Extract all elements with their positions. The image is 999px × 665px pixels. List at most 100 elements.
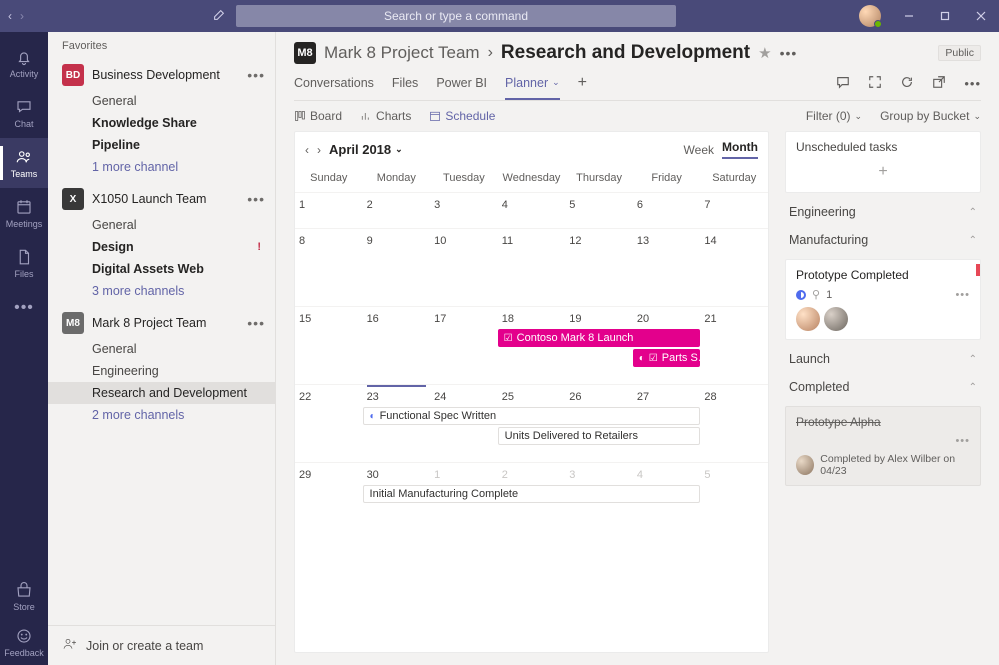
prev-month[interactable]: ‹	[305, 143, 309, 157]
range-month[interactable]: Month	[722, 140, 758, 159]
expand-icon[interactable]	[868, 75, 882, 100]
channel-item[interactable]: General	[48, 90, 275, 112]
calendar-day[interactable]: 3	[430, 193, 498, 228]
filter-dropdown[interactable]: Filter (0)⌄	[806, 109, 862, 123]
team-more[interactable]: •••	[247, 67, 265, 83]
channel-item[interactable]: Engineering	[48, 360, 275, 382]
compose-icon[interactable]	[212, 8, 226, 25]
calendar-day[interactable]: 7	[700, 193, 768, 228]
task-card-prototype-completed[interactable]: Prototype Completed ⚲ 1 •••	[785, 259, 981, 340]
close-button[interactable]	[963, 0, 999, 32]
assignee-avatar	[796, 307, 820, 331]
channel-item[interactable]: General	[48, 214, 275, 236]
rail-teams[interactable]: Teams	[0, 138, 48, 188]
calendar-day[interactable]: 10	[430, 229, 498, 306]
event-functional-spec[interactable]: ◐Functional Spec Written	[363, 407, 701, 425]
calendar-day[interactable]: 22	[295, 385, 363, 462]
channel-item[interactable]: Pipeline	[48, 134, 275, 156]
refresh-icon[interactable]	[900, 75, 914, 100]
maximize-button[interactable]	[927, 0, 963, 32]
channel-item[interactable]: 3 more channels	[48, 280, 275, 302]
popout-icon[interactable]	[932, 75, 946, 100]
range-week[interactable]: Week	[684, 143, 714, 157]
favorite-star-icon[interactable]: ★	[758, 44, 771, 62]
group-by-dropdown[interactable]: Group by Bucket⌄	[880, 109, 981, 123]
search-input[interactable]	[236, 5, 676, 27]
minimize-button[interactable]	[891, 0, 927, 32]
rail-store[interactable]: Store	[0, 573, 48, 619]
calendar-day[interactable]: 16	[363, 307, 431, 384]
channel-item[interactable]: Knowledge Share	[48, 112, 275, 134]
rail-meetings[interactable]: Meetings	[0, 188, 48, 238]
view-board[interactable]: Board	[294, 109, 342, 123]
back-button[interactable]: ‹	[8, 9, 12, 23]
calendar-day[interactable]: 4	[498, 193, 566, 228]
breadcrumb-channel: Research and Development	[501, 42, 750, 64]
channel-item[interactable]: 1 more channel	[48, 156, 275, 178]
bucket-engineering[interactable]: Engineering⌃	[785, 203, 981, 221]
calendar-day[interactable]: 1	[295, 193, 363, 228]
join-create-team[interactable]: Join or create a team	[48, 625, 275, 665]
channel-item[interactable]: Design!	[48, 236, 275, 258]
calendar-day[interactable]: 8	[295, 229, 363, 306]
team-header[interactable]: X X1050 Launch Team •••	[48, 184, 275, 214]
calendar-day[interactable]: 5	[700, 463, 768, 540]
breadcrumb-team[interactable]: Mark 8 Project Team	[324, 43, 480, 63]
rail-feedback[interactable]: Feedback	[0, 619, 48, 665]
rail-files[interactable]: Files	[0, 238, 48, 288]
tab-conversations[interactable]: Conversations	[294, 76, 374, 98]
bucket-launch[interactable]: Launch⌃	[785, 350, 981, 368]
team-more[interactable]: •••	[247, 315, 265, 331]
tab-planner[interactable]: Planner⌄	[505, 76, 560, 100]
card-more[interactable]: •••	[955, 435, 970, 447]
rail-chat[interactable]: Chat	[0, 88, 48, 138]
calendar-day[interactable]: 14	[700, 229, 768, 306]
tab-more[interactable]: •••	[964, 76, 981, 99]
month-label[interactable]: April 2018⌄	[329, 142, 403, 157]
calendar-day[interactable]: 5	[565, 193, 633, 228]
calendar-day[interactable]: 11	[498, 229, 566, 306]
team-header[interactable]: BD Business Development •••	[48, 60, 275, 90]
calendar-day[interactable]: 12	[565, 229, 633, 306]
channel-item[interactable]: Digital Assets Web	[48, 258, 275, 280]
next-month[interactable]: ›	[317, 143, 321, 157]
card-more[interactable]: •••	[955, 289, 970, 301]
event-parts[interactable]: ◐☑Parts S…	[633, 349, 701, 367]
event-units-delivered[interactable]: Units Delivered to Retailers	[498, 427, 701, 445]
tab-powerbi[interactable]: Power BI	[436, 76, 487, 98]
calendar-day[interactable]: 15	[295, 307, 363, 384]
bucket-completed[interactable]: Completed⌃	[785, 378, 981, 396]
channel-tabs: Conversations Files Power BI Planner⌄ + …	[294, 74, 981, 101]
channel-item[interactable]: 2 more channels	[48, 404, 275, 426]
calendar-day[interactable]: 28	[700, 385, 768, 462]
reply-icon[interactable]	[836, 75, 850, 100]
add-task-button[interactable]: +	[796, 160, 970, 184]
calendar-day[interactable]: 9	[363, 229, 431, 306]
rail-more[interactable]: •••	[14, 288, 34, 328]
add-tab-button[interactable]: +	[578, 74, 587, 100]
event-initial-mfg[interactable]: Initial Manufacturing Complete	[363, 485, 701, 503]
team-more[interactable]: •••	[247, 191, 265, 207]
tab-files[interactable]: Files	[392, 76, 418, 98]
rail-activity[interactable]: Activity	[0, 38, 48, 88]
calendar-day[interactable]: 17	[430, 307, 498, 384]
calendar-day[interactable]: 6	[633, 193, 701, 228]
channel-item[interactable]: General	[48, 338, 275, 360]
view-charts[interactable]: Charts	[360, 109, 411, 123]
planner-toolbar: Board Charts Schedule Filter (0)⌄ Group …	[276, 101, 999, 131]
channel-label: Design	[92, 240, 134, 254]
team-header[interactable]: M8 Mark 8 Project Team •••	[48, 308, 275, 338]
calendar-day[interactable]: 13	[633, 229, 701, 306]
breadcrumb-more[interactable]: •••	[780, 45, 798, 61]
task-card-prototype-alpha[interactable]: Prototype Alpha ••• Completed by Alex Wi…	[785, 406, 981, 486]
view-schedule[interactable]: Schedule	[429, 109, 495, 123]
calendar-day[interactable]: 21	[700, 307, 768, 384]
event-contoso-launch[interactable]: ☑Contoso Mark 8 Launch	[498, 329, 701, 347]
channel-item[interactable]: Research and Development	[48, 382, 275, 404]
calendar-day[interactable]: 29	[295, 463, 363, 540]
forward-button[interactable]: ›	[20, 9, 24, 23]
calendar-day[interactable]: 2	[363, 193, 431, 228]
alert-indicator: !	[257, 241, 261, 253]
user-avatar[interactable]	[859, 5, 881, 27]
bucket-manufacturing[interactable]: Manufacturing⌃	[785, 231, 981, 249]
